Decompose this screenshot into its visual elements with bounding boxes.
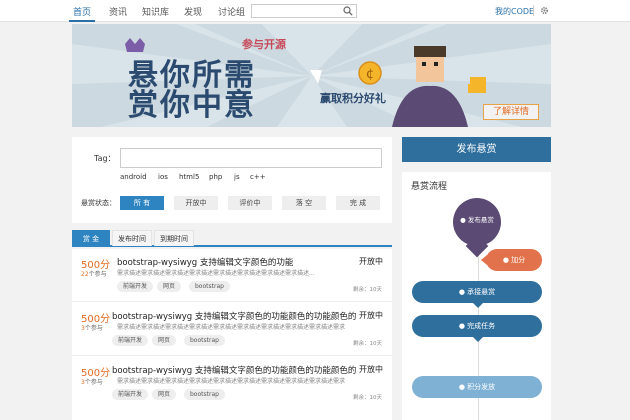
bounty-description: 需求描述需求描述需求描述需求描述需求描述需求描述需求描述需求描述需求描述需求 xyxy=(117,324,346,331)
step-award: ● 积分发放 xyxy=(412,376,542,398)
participant-count: 3个参与 xyxy=(81,379,103,386)
step-publish: ● 发布悬赏 xyxy=(460,216,494,224)
topic-tag[interactable]: bootstrap xyxy=(184,389,225,400)
tab-deadline[interactable]: 到期时间 xyxy=(154,230,194,246)
group-icon: ● xyxy=(458,288,468,296)
time-remaining: 剩余：10天 xyxy=(353,287,382,293)
bounty-process-panel: 悬赏流程 ● 发布悬赏 ● 加分 ● 承接悬赏 ● 完成任务 ● 积分发放 xyxy=(402,172,551,420)
status-filter-failed[interactable]: 落 空 xyxy=(282,196,326,210)
learn-more-button[interactable]: 了解详情 xyxy=(483,104,539,120)
nav-knowledge[interactable]: 知识库 xyxy=(142,5,169,18)
nav-divider xyxy=(533,5,534,16)
tag-option[interactable]: c++ xyxy=(250,173,266,181)
topic-tag[interactable]: bootstrap xyxy=(184,335,225,346)
status-filter-reviewing[interactable]: 评价中 xyxy=(228,196,272,210)
banner-slogan: 赢取积分好礼 xyxy=(320,92,386,105)
list-item[interactable]: 500分 22个参与 bootstrap-wysiwyg 支持编辑文字颜色的功能… xyxy=(72,249,392,302)
topic-tag[interactable]: 网页 xyxy=(152,389,177,400)
tag-label: Tag： xyxy=(94,154,116,163)
top-nav: 首页 资讯 知识库 发现 讨论组 我的CODE xyxy=(0,0,630,22)
status-filter-label: 悬赏状态： xyxy=(81,199,116,207)
nav-home[interactable]: 首页 xyxy=(73,5,91,18)
bounty-title[interactable]: bootstrap-wysiwyg 支持编辑文字颜色的功能颜色的功能颜色的功 xyxy=(112,310,356,322)
topic-tag[interactable]: 前端开发 xyxy=(112,335,149,346)
tag-option[interactable]: php xyxy=(209,173,222,181)
topic-tag[interactable]: 网页 xyxy=(157,281,182,292)
search-icon[interactable] xyxy=(343,6,353,16)
gear-icon[interactable] xyxy=(540,6,549,15)
tag-option[interactable]: ios xyxy=(158,173,168,181)
status-badge: 开放中 xyxy=(359,365,383,374)
status-badge: 开放中 xyxy=(359,311,383,320)
my-code-link[interactable]: 我的CODE xyxy=(495,6,534,17)
filter-panel: Tag： android ios html5 php js c++ 悬赏状态： … xyxy=(72,137,392,223)
sort-tabs: 赏 金 发布时间 到期时间 xyxy=(72,230,392,247)
nav-groups[interactable]: 讨论组 xyxy=(218,5,245,18)
status-filter-open[interactable]: 开放中 xyxy=(174,196,218,210)
svg-text:¢: ¢ xyxy=(366,67,374,82)
step-complete: ● 完成任务 xyxy=(412,315,542,337)
tag-option[interactable]: html5 xyxy=(179,173,199,181)
step-accept: ● 承接悬赏 xyxy=(412,281,542,303)
step-arrow xyxy=(473,337,483,342)
tag-input[interactable] xyxy=(120,148,382,168)
search-input[interactable] xyxy=(251,4,357,18)
tab-publish-time[interactable]: 发布时间 xyxy=(112,230,152,246)
topic-tag[interactable]: 前端开发 xyxy=(117,281,154,292)
topic-tag[interactable]: bootstrap xyxy=(189,281,230,292)
tag-option[interactable]: js xyxy=(234,173,240,181)
topic-tag[interactable]: 前端开发 xyxy=(112,389,149,400)
group-icon: ● xyxy=(502,256,512,264)
bounty-list: 500分 22个参与 bootstrap-wysiwyg 支持编辑文字颜色的功能… xyxy=(72,249,392,420)
group-icon: ● xyxy=(458,383,468,391)
participant-count: 3个参与 xyxy=(81,325,103,332)
group-icon: ● xyxy=(458,322,468,330)
step-add-points: ● 加分 xyxy=(486,249,542,271)
nav-discover[interactable]: 发现 xyxy=(184,5,202,18)
bounty-title[interactable]: bootstrap-wysiwyg 支持编辑文字颜色的功能颜色的功能颜色的功 xyxy=(112,364,356,376)
nav-news[interactable]: 资讯 xyxy=(109,5,127,18)
list-item[interactable]: 500分 3个参与 bootstrap-wysiwyg 支持编辑文字颜色的功能颜… xyxy=(72,357,392,410)
topic-tag[interactable]: 网页 xyxy=(152,335,177,346)
user-icon: ● xyxy=(460,216,468,224)
process-title: 悬赏流程 xyxy=(411,182,448,192)
bounty-title[interactable]: bootstrap-wysiwyg 支持编辑文字颜色的功能 xyxy=(117,256,355,268)
bounty-description: 需求描述需求描述需求描述需求描述需求描述需求描述需求描述需求描述... xyxy=(117,270,315,277)
time-remaining: 剩余：10天 xyxy=(353,395,382,401)
tag-option[interactable]: android xyxy=(120,173,147,181)
participant-count: 22个参与 xyxy=(81,271,107,278)
list-item[interactable]: 500分 3个参与 bootstrap-wysiwyg 支持编辑文字颜色的功能颜… xyxy=(72,303,392,356)
publish-bounty-button[interactable]: 发布悬赏 xyxy=(402,137,551,162)
step-arrow xyxy=(473,303,483,308)
tab-reward[interactable]: 赏 金 xyxy=(72,230,110,246)
status-filter-all[interactable]: 所 有 xyxy=(120,196,164,210)
bounty-description: 需求描述需求描述需求描述需求描述需求描述需求描述需求描述需求描述需求描述需求 xyxy=(117,378,346,385)
status-filter-done[interactable]: 完 成 xyxy=(336,196,380,210)
promo-banner: ¢ 参与开源 悬你所需 赏你中意 赢取积分好礼 了解详情 xyxy=(72,24,551,127)
status-badge: 开放中 xyxy=(359,257,383,266)
nav-active-indicator xyxy=(69,20,95,22)
time-remaining: 剩余：10天 xyxy=(353,341,382,347)
banner-headline-2: 赏你中意 xyxy=(128,88,256,123)
